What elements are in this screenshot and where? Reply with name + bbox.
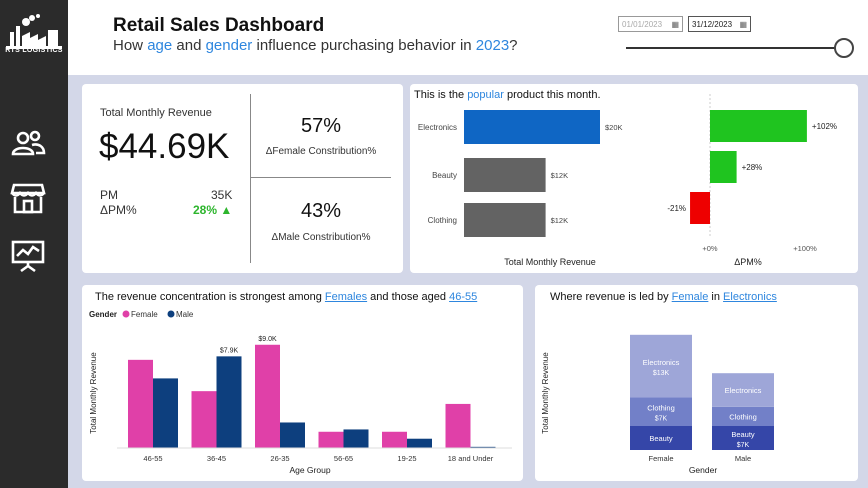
legend-marker <box>122 310 130 318</box>
pm-value: 35K <box>211 188 233 202</box>
gender-ylabel: Total Monthly Revenue <box>541 352 550 434</box>
sidebar: RTS LOGISTICS <box>0 0 68 488</box>
dpm-xlabel: ΔPM% <box>734 257 762 267</box>
revenue-value: $44.69K <box>99 127 230 166</box>
gender-segment-value: $13K <box>653 370 670 377</box>
age-bar <box>445 403 471 448</box>
age-bar <box>407 438 432 448</box>
age-category-label: 19-25 <box>397 454 416 463</box>
age-bar <box>255 344 280 448</box>
age-data-label: $7.9K <box>220 347 239 354</box>
end-date-input[interactable]: 31/12/2023 ▦ <box>688 16 751 32</box>
age-category-label: 56-65 <box>334 454 353 463</box>
dpm-bar <box>690 192 710 224</box>
dpm-tick-label: +0% <box>702 244 718 253</box>
age-category-label: 36-45 <box>207 454 226 463</box>
gender-xlabel: Gender <box>689 465 718 475</box>
legend-marker <box>167 310 175 318</box>
age-category-label: 46-55 <box>143 454 162 463</box>
gender-segment-label: Clothing <box>729 412 757 421</box>
age-bar <box>382 431 407 448</box>
store-icon[interactable] <box>10 180 46 216</box>
revenue-label: Total Monthly Revenue <box>100 107 212 119</box>
female-pct-label: ΔFemale Constribution% <box>265 146 377 157</box>
divider-horizontal <box>251 177 391 178</box>
gender-segment-label: Electronics <box>643 358 680 367</box>
date-slider-handle[interactable] <box>834 38 854 58</box>
gender-segment-label: Beauty <box>649 434 673 443</box>
calendar-icon: ▦ <box>739 20 747 29</box>
age-bar <box>343 429 369 448</box>
age-bar <box>191 391 217 448</box>
male-pct-label: ΔMale Constribution% <box>271 232 371 243</box>
age-bar <box>153 378 178 448</box>
gender-category-chart: Total Monthly Revenue Gender Beauty Cloth… <box>541 334 774 475</box>
pm-label: PM <box>100 188 118 202</box>
dpm-tick-label: +100% <box>793 244 817 253</box>
gender-segment-label: Clothing <box>647 404 675 413</box>
gender-category-label: Female <box>648 454 673 463</box>
legend-item: Female <box>131 310 158 319</box>
age-bar <box>216 356 242 448</box>
age-bar <box>318 431 344 448</box>
gender-segment-value: $7K <box>737 442 750 449</box>
gender-segment-label: Electronics <box>725 386 762 395</box>
age-category-label: 26-35 <box>270 454 289 463</box>
date-range-slider[interactable] <box>626 47 838 49</box>
gender-segment-value: $7K <box>655 416 668 423</box>
age-data-label: $9.0K <box>258 336 277 343</box>
presentation-chart-icon[interactable] <box>10 238 46 274</box>
gender-category-label: Male <box>735 454 751 463</box>
dpm-data-label: +102% <box>812 122 837 131</box>
dpm-data-label: +28% <box>742 163 763 172</box>
product-dpm-chart: ΔPM% +102% +28% -21% +0% +100% <box>667 94 837 267</box>
users-icon[interactable] <box>10 126 46 162</box>
age-ylabel: Total Monthly Revenue <box>89 352 98 434</box>
page-title: Retail Sales Dashboard <box>113 15 325 36</box>
age-bar <box>128 359 153 448</box>
product-card: This is the popular product this month. … <box>410 84 858 273</box>
age-group-card: The revenue concentration is strongest a… <box>82 285 523 481</box>
calendar-icon: ▦ <box>671 20 679 29</box>
legend-title: Gender <box>89 310 117 319</box>
dpm-value: 28% ▲ <box>193 203 233 217</box>
female-pct: 57% <box>300 115 342 137</box>
page-subtitle: How age and gender influence purchasing … <box>113 37 518 54</box>
gender-card: Where revenue is led by Female in Electr… <box>535 285 858 481</box>
age-xlabel: Age Group <box>289 465 330 475</box>
dpm-data-label: -21% <box>667 204 686 213</box>
dpm-bar <box>710 110 807 142</box>
dpm-label: ΔPM% <box>100 203 137 217</box>
age-category-label: 18 and Under <box>448 454 494 463</box>
header: Retail Sales Dashboard How age and gende… <box>68 0 868 75</box>
start-date-input[interactable]: 01/01/2023 ▦ <box>618 16 683 32</box>
gender-segment-label: Beauty <box>731 430 755 439</box>
brand-name: RTS LOGISTICS <box>5 47 63 54</box>
legend-item: Male <box>176 310 194 319</box>
age-gender-chart: Gender Total Monthly Revenue Age Group F… <box>89 310 512 475</box>
male-pct: 43% <box>300 200 342 222</box>
age-bar <box>280 422 305 448</box>
kpi-card: Total Monthly Revenue $44.69K PM 35K ΔPM… <box>82 84 403 273</box>
dpm-bar <box>710 151 737 183</box>
